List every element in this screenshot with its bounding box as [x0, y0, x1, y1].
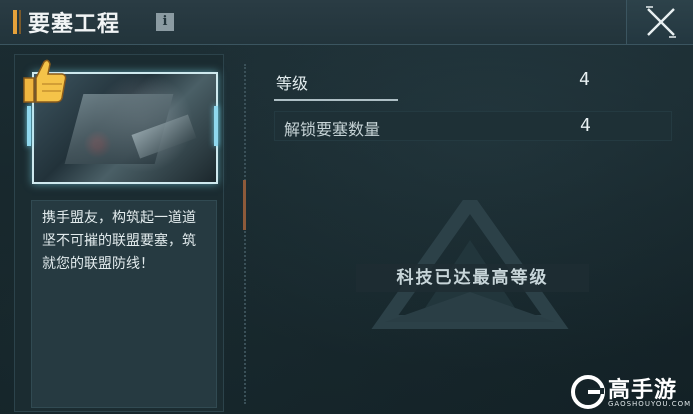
- page-title: 要塞工程: [28, 11, 121, 37]
- frame-bracket-left: [27, 106, 31, 146]
- scroll-indicator: [243, 180, 246, 230]
- stat-value: 4: [580, 115, 591, 136]
- header-accent-bar-secondary: [19, 10, 21, 34]
- info-icon[interactable]: i: [156, 13, 174, 31]
- stat-row-unlock-count: 解锁要塞数量 4: [274, 111, 672, 141]
- max-level-status: 科技已达最高等级: [356, 264, 589, 292]
- stat-label: 解锁要塞数量: [284, 120, 381, 139]
- close-icon: [646, 6, 676, 38]
- stat-label: 等级: [276, 74, 309, 93]
- stat-row-level: 等级 4: [274, 66, 670, 101]
- watermark-url: GAOSHOUYOU.COM: [608, 400, 692, 408]
- header-accent-bar: [13, 10, 17, 34]
- tech-description: 携手盟友，构筑起一道道坚不可摧的联盟要塞，筑就您的联盟防线！: [42, 210, 196, 272]
- watermark: 高手游 GAOSHOUYOU.COM: [568, 372, 693, 414]
- frame-bracket-right: [214, 106, 218, 146]
- close-button[interactable]: [626, 0, 693, 44]
- watermark-logo-icon: [571, 375, 605, 409]
- stat-underline: [274, 99, 398, 101]
- header-bar: 要塞工程 i: [0, 0, 693, 45]
- stat-value: 4: [579, 69, 590, 90]
- thumbs-up-icon: [23, 59, 67, 103]
- panel-divider: [244, 64, 246, 404]
